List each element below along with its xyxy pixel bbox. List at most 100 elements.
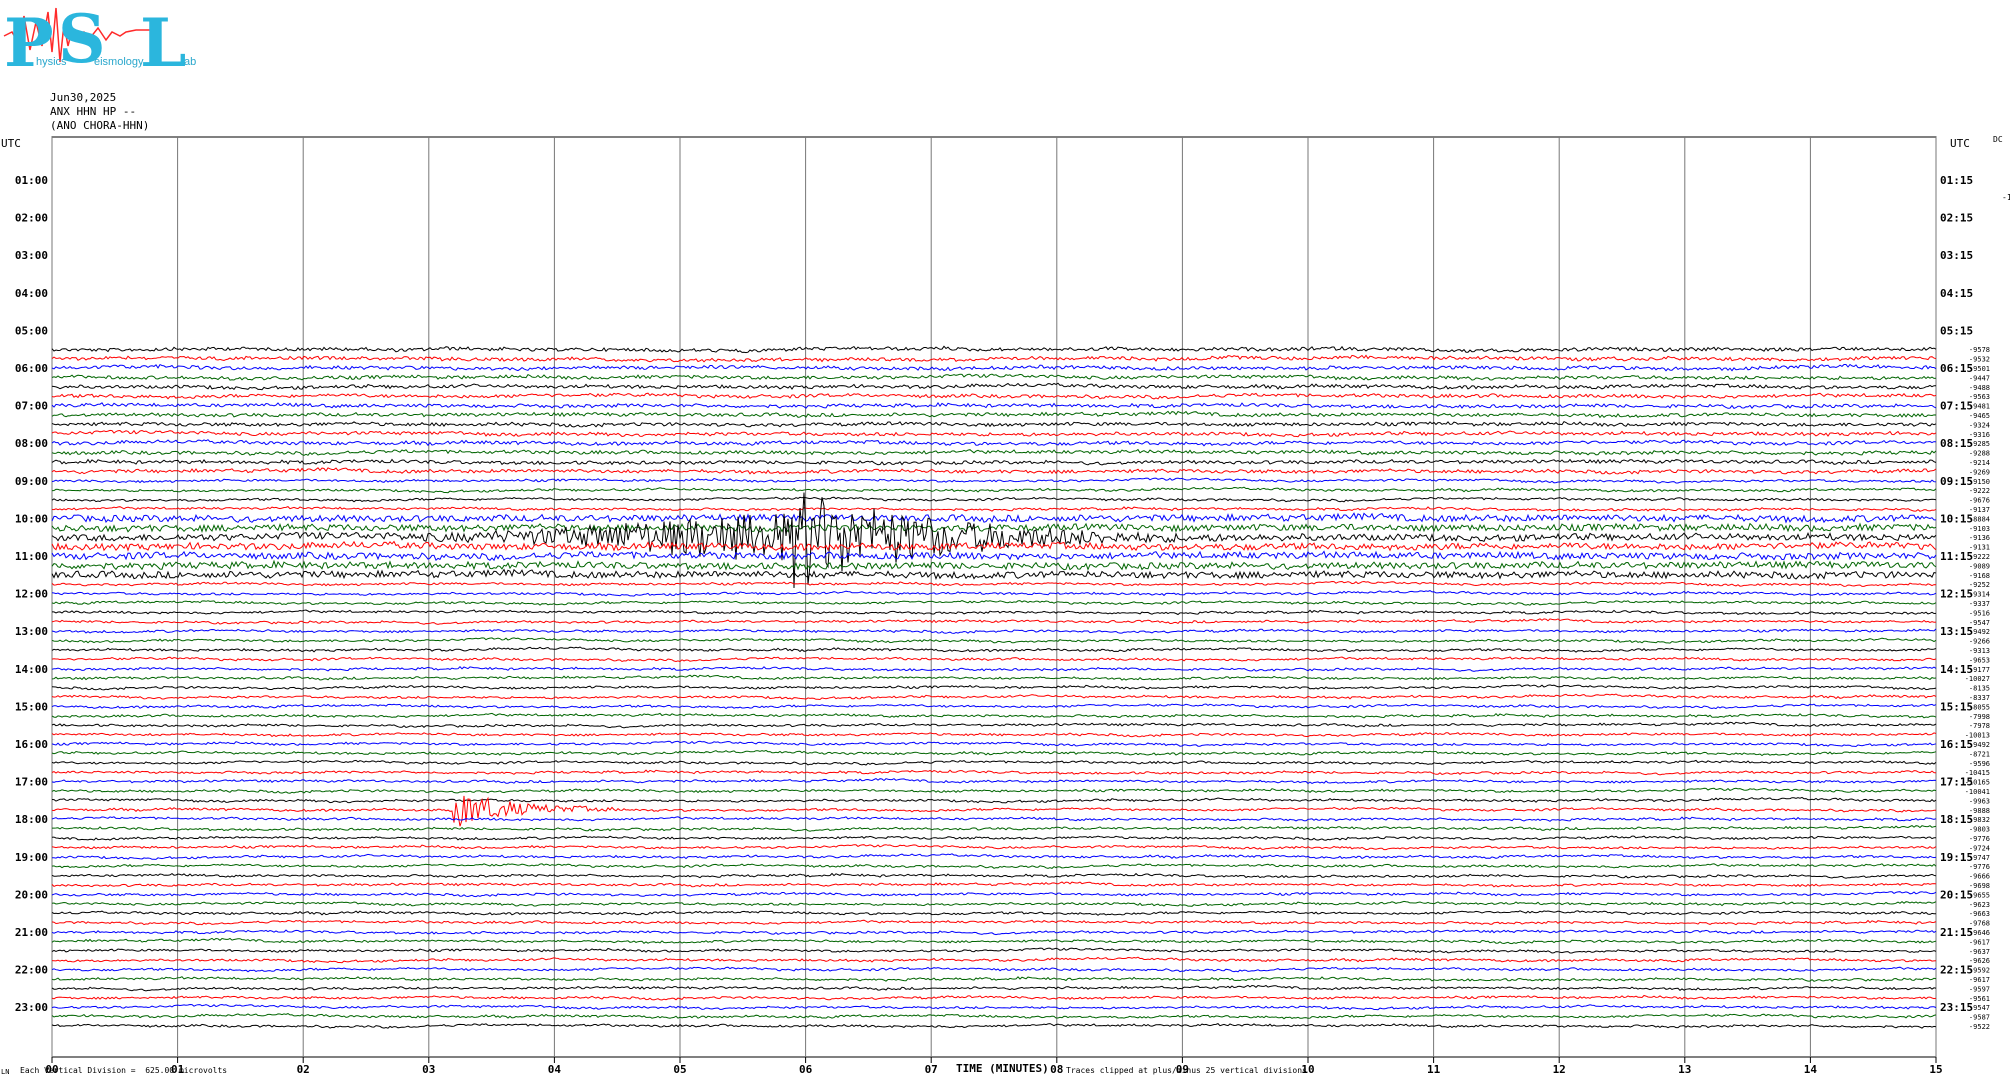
trace-line <box>51 919 1937 926</box>
dc-offset-label: -9655 <box>1969 891 1990 899</box>
x-tick-label: 15 <box>1929 1063 1942 1076</box>
trace-line <box>51 618 1937 625</box>
dc-offset-label: -9103 <box>1969 525 1990 533</box>
trace-line <box>51 740 1937 748</box>
dc-offset-label: -9492 <box>1969 628 1990 636</box>
dc-offset-label: -9617 <box>1969 938 1990 946</box>
dc-offset-label: -10027 <box>1965 675 1990 683</box>
dc-offset-label: -9488 <box>1969 384 1990 392</box>
dc-offset-label: -8337 <box>1969 694 1990 702</box>
dc-offset-label: -10041 <box>1965 788 1990 796</box>
corner-mark: LN <box>1 1068 10 1076</box>
dc-offset-label: -9269 <box>1969 468 1990 476</box>
dc-offset-label: -9150 <box>1969 478 1990 486</box>
left-hour-label: 10:00 <box>15 512 48 525</box>
dc-offset-label: -9803 <box>1969 826 1990 834</box>
trace-line <box>51 410 1937 419</box>
dc-offset-label: -9314 <box>1969 591 1990 599</box>
dc-offset-label: -9666 <box>1969 873 1990 881</box>
trace-line <box>51 429 1937 438</box>
dc-offset-label: -9676 <box>1969 497 1990 505</box>
trace-line <box>51 363 1937 372</box>
plot-frame <box>51 136 1937 1058</box>
left-hour-label: 20:00 <box>15 888 48 901</box>
dc-offset-label: -9592 <box>1969 967 1990 975</box>
dc-offset-label: -9222 <box>1969 553 1990 561</box>
trace-line <box>51 684 1937 691</box>
trace-line <box>51 401 1937 410</box>
trace-line <box>51 900 1937 907</box>
dc-offset-label: -9285 <box>1969 440 1990 448</box>
trace-line <box>51 559 1937 571</box>
x-tick-label: 07 <box>925 1063 938 1076</box>
trace-line <box>51 891 1937 898</box>
dc-offset-label: -9137 <box>1969 506 1990 514</box>
dc-offset-label: -9547 <box>1969 1004 1990 1012</box>
dc-offset-label: -9313 <box>1969 647 1990 655</box>
dc-offset-label: -9587 <box>1969 1014 1990 1022</box>
dc-offset-label: -9547 <box>1969 619 1990 627</box>
x-tick-label: 03 <box>422 1063 435 1076</box>
trace-line <box>51 512 1936 524</box>
trace-line <box>51 590 1937 597</box>
trace-line <box>51 853 1937 860</box>
left-hour-label: 13:00 <box>15 625 48 638</box>
dc-offset-label: -9501 <box>1969 365 1990 373</box>
left-hour-label: 08:00 <box>15 437 48 450</box>
left-hour-label: 05:00 <box>15 324 48 337</box>
trace-line <box>51 787 1937 794</box>
dc-offset-label: -9288 <box>1969 450 1990 458</box>
dc-offset-label: -9481 <box>1969 403 1990 411</box>
dc-offset-label: -9596 <box>1969 760 1990 768</box>
trace-line <box>51 947 1937 954</box>
trace-line <box>51 522 1937 533</box>
trace-line <box>51 872 1937 879</box>
left-hour-label: 17:00 <box>15 776 48 789</box>
trace-line <box>51 392 1937 400</box>
right-hour-label: 01:15 <box>1940 174 1973 187</box>
trace-line <box>51 721 1937 729</box>
dc-offset-label: -9617 <box>1969 976 1990 984</box>
trace-line <box>52 609 1937 616</box>
dc-offset-label: -9214 <box>1969 459 1990 467</box>
trace-line <box>51 373 1937 381</box>
trace-line <box>51 966 1937 973</box>
right-hour-label: 02:15 <box>1940 212 1973 225</box>
trace-line <box>51 749 1937 757</box>
dc-offset-label: -9653 <box>1969 656 1990 664</box>
trace-line <box>51 354 1937 363</box>
dc-offset-label: -9747 <box>1969 854 1990 862</box>
dc-offset-label: -9663 <box>1969 910 1990 918</box>
x-tick-label: 06 <box>799 1063 813 1076</box>
dc-offset-label: -9522 <box>1969 1023 1990 1031</box>
trace-line <box>51 540 1937 552</box>
dc-offset-label: -9623 <box>1969 901 1990 909</box>
trace-line <box>51 506 1937 512</box>
x-tick-label: 14 <box>1804 1063 1818 1076</box>
dc-offset-label: -9888 <box>1969 807 1990 815</box>
trace-line <box>51 863 1937 869</box>
dc-offset-label: -9776 <box>1969 835 1990 843</box>
trace-line <box>51 835 1937 841</box>
dc-offset-label: -9776 <box>1969 863 1990 871</box>
dc-offset-label: -9637 <box>1969 948 1990 956</box>
dc-offset-label: -9698 <box>1969 882 1990 890</box>
trace-line <box>51 881 1937 888</box>
dc-offset-label: -9168 <box>1969 572 1990 580</box>
trace-line <box>51 937 1937 945</box>
left-hour-label: 06:00 <box>15 362 48 375</box>
trace-line <box>51 1013 1937 1020</box>
dc-offset-label: -9561 <box>1969 995 1990 1003</box>
dc-offset-label: -9324 <box>1969 421 1990 429</box>
dc-offset-label: -8721 <box>1969 750 1990 758</box>
left-hour-label: 11:00 <box>15 550 48 563</box>
dc-offset-label: -9222 <box>1969 487 1990 495</box>
dc-offset-label: -8135 <box>1969 685 1990 693</box>
left-hour-label: 01:00 <box>15 174 48 187</box>
dc-offset-label: -9089 <box>1969 562 1990 570</box>
trace-line <box>51 656 1937 663</box>
dc-offset-label: -9597 <box>1969 985 1990 993</box>
dc-offset-label: -9465 <box>1969 412 1990 420</box>
left-hour-label: 04:00 <box>15 287 48 300</box>
dc-offset-label: -9136 <box>1969 534 1990 542</box>
